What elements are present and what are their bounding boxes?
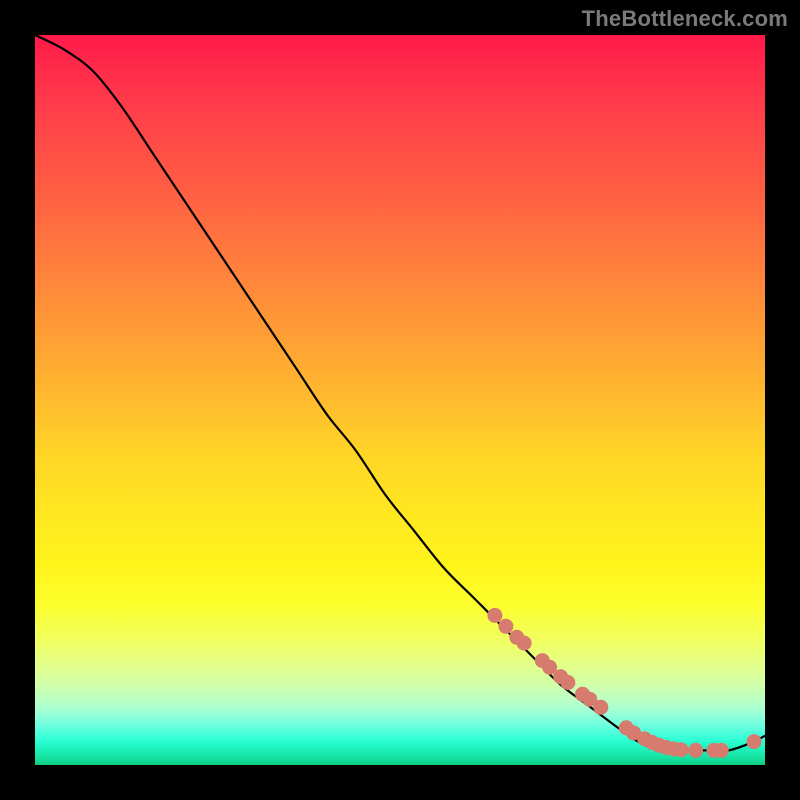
curve-line [35, 35, 765, 751]
curve-marker [594, 700, 608, 714]
curve-marker [714, 743, 728, 757]
curve-marker [561, 676, 575, 690]
curve-marker [543, 660, 557, 674]
curve-marker [689, 743, 703, 757]
curve-marker [747, 735, 761, 749]
chart-svg [35, 35, 765, 765]
curve-marker [517, 636, 531, 650]
curve-marker [674, 743, 688, 757]
chart-plot-area [35, 35, 765, 765]
curve-marker [488, 608, 502, 622]
curve-marker [499, 619, 513, 633]
curve-markers [488, 608, 761, 757]
attribution-text: TheBottleneck.com [582, 6, 788, 32]
